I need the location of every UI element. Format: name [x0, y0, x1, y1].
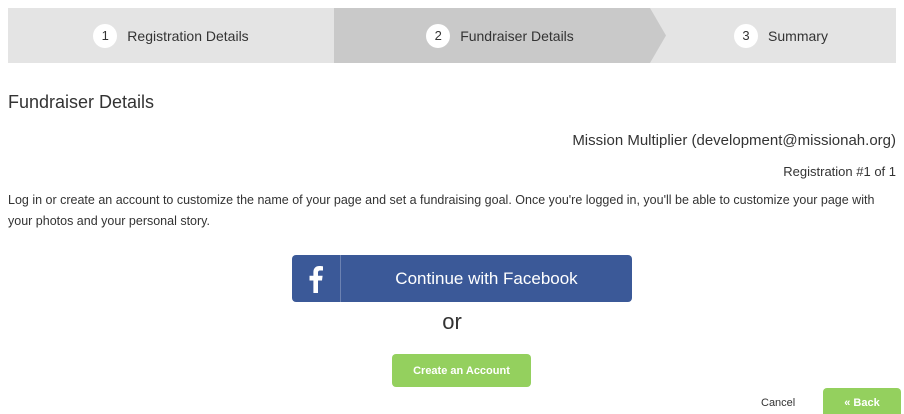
create-account-button[interactable]: Create an Account [392, 354, 531, 387]
or-divider: or [442, 309, 462, 334]
step-number: 1 [93, 23, 118, 48]
step-registration-details[interactable]: 1 Registration Details [8, 8, 334, 63]
page-title: Fundraiser Details [8, 92, 155, 112]
step-summary: 3 Summary [666, 8, 896, 63]
step-label: Fundraiser Details [460, 27, 574, 44]
step-fundraiser-details: 2 Fundraiser Details [334, 8, 666, 63]
facebook-button-label: Continue with Facebook [395, 268, 578, 288]
facebook-icon [292, 255, 341, 302]
progress-stepper: 1 Registration Details 2 Fundraiser Deta… [8, 8, 896, 63]
continue-with-facebook-button[interactable]: Continue with Facebook [292, 255, 632, 302]
login-description: Log in or create an account to customize… [8, 193, 875, 228]
registration-count: Registration #1 of 1 [783, 164, 896, 179]
organization-info: Mission Multiplier (development@missiona… [572, 132, 896, 149]
facebook-f-glyph [309, 265, 323, 293]
back-button[interactable]: « Back [823, 388, 901, 414]
step-label: Summary [768, 27, 828, 44]
step-number: 2 [426, 23, 451, 48]
step-number: 3 [734, 23, 759, 48]
step-label: Registration Details [127, 27, 249, 44]
cancel-link[interactable]: Cancel [761, 397, 795, 409]
